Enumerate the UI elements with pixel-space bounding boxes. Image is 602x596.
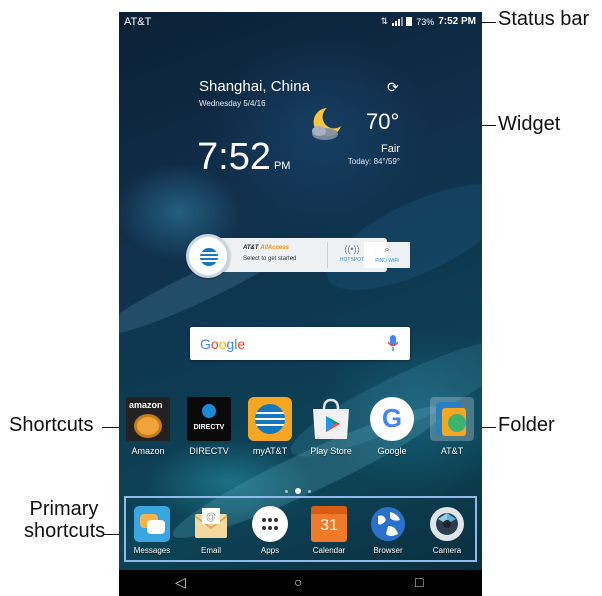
callout-shortcuts: Shortcuts (9, 414, 94, 436)
callout-status-bar: Status bar (498, 8, 590, 30)
callout-primary: Primary shortcuts (24, 498, 106, 542)
status-icons: ⇅ 73% 7:52 PM (381, 16, 476, 27)
shortcut-myatt[interactable]: myAT&T (240, 397, 300, 456)
primary-shortcuts-highlight (124, 496, 477, 562)
navigation-bar: ◁ ○ □ (119, 570, 482, 596)
annotated-screenshot: Status bar Widget Shortcuts Folder Prima… (0, 0, 602, 596)
shortcut-label: myAT&T (252, 446, 288, 456)
wifi-search-icon: ⌕ (384, 244, 390, 254)
callout-primary-line1: Primary (29, 498, 99, 520)
status-bar: AT&T ⇅ 73% 7:52 PM (119, 12, 482, 34)
page-indicator (285, 488, 311, 494)
clock-ampm: PM (273, 160, 291, 172)
weather-temperature: 70° (366, 109, 400, 134)
myatt-icon (248, 397, 292, 441)
att-folder-icon (430, 397, 474, 441)
weather-city: Shanghai, China (199, 78, 310, 95)
status-time: 7:52 PM (438, 16, 476, 27)
recents-button[interactable]: □ (415, 574, 423, 590)
shortcut-directv[interactable]: DIRECTV DIRECTV (179, 397, 239, 456)
att-globe-icon (200, 248, 218, 266)
callout-line-status-bar (482, 22, 496, 23)
battery-percent: 73% (416, 16, 435, 27)
clock-time: 7:52 PM (197, 136, 290, 179)
amazon-icon: amazon (126, 397, 170, 441)
back-button[interactable]: ◁ (175, 574, 186, 591)
shortcut-google[interactable]: G Google (362, 397, 422, 456)
play-store-icon (309, 397, 353, 441)
shortcut-label: AT&T (440, 446, 464, 456)
refresh-icon[interactable]: ⟳ (387, 79, 399, 96)
shortcut-label: DIRECTV (189, 446, 229, 456)
page-dot-active (295, 488, 301, 494)
shortcut-label: Google (377, 446, 407, 456)
shortcut-amazon[interactable]: amazon Amazon (119, 397, 178, 456)
carrier-label: AT&T (124, 16, 152, 28)
google-logo: Google (200, 336, 246, 352)
clock-digits: 7:52 (197, 136, 271, 178)
callout-folder: Folder (498, 414, 555, 436)
google-search-bar[interactable]: Google (190, 327, 410, 360)
signal-icon (392, 17, 404, 26)
callout-widget: Widget (498, 113, 561, 135)
folder-att[interactable]: AT&T (422, 397, 482, 456)
home-button[interactable]: ○ (294, 574, 302, 590)
page-dot (285, 489, 288, 493)
page-dot (308, 489, 311, 493)
battery-icon (406, 17, 413, 26)
weather-date: Wednesday 5/4/16 (199, 99, 266, 108)
weather-range: Today: 84°/59° (347, 157, 400, 166)
directv-icon: DIRECTV (187, 397, 231, 441)
allaccess-subtitle: Select to get started (243, 256, 297, 262)
google-icon: G (370, 397, 414, 441)
callout-primary-line2: shortcuts (24, 520, 106, 542)
allaccess-title: AT&T AllAccess (243, 245, 289, 251)
shortcut-play-store[interactable]: Play Store (301, 397, 361, 456)
mic-icon[interactable] (387, 335, 399, 356)
shortcut-label: Play Store (310, 446, 352, 456)
find-wifi-button[interactable]: ⌕ FIND WIFI (364, 242, 410, 268)
moon-cloud-icon (305, 104, 345, 149)
shortcut-label: Amazon (131, 446, 165, 456)
weather-condition: Fair (381, 143, 400, 155)
data-4g-icon: ⇅ (380, 16, 389, 26)
att-allaccess-logo[interactable] (186, 234, 230, 278)
